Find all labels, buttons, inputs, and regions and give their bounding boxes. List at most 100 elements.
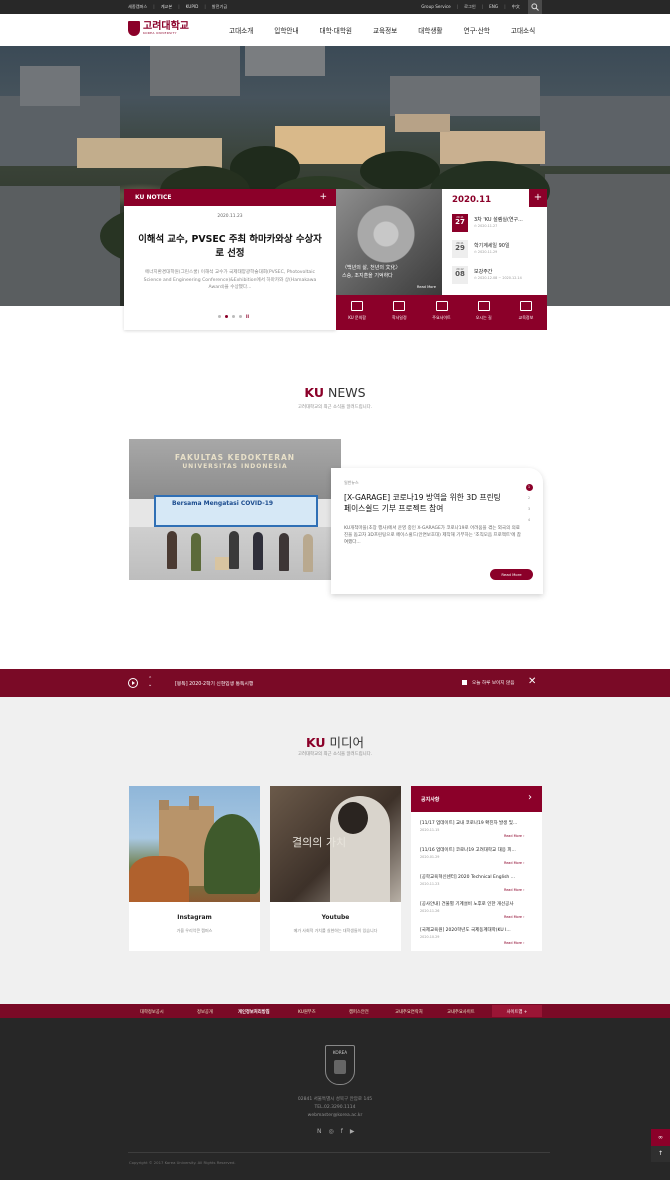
announcement-item[interactable]: [국제교육원] 2020학년도 국제동계대학(KU I... 2020.10.2… [420, 927, 536, 945]
instagram-card[interactable]: Instagram 가을 우리악콘 캠퍼스 [129, 786, 260, 951]
quick-link-directions[interactable]: 오시는 길 [463, 295, 505, 330]
utility-link-kupid[interactable]: KUPID [186, 4, 199, 10]
hide-today-label[interactable]: 오늘 하루 보이지 않음 [472, 680, 514, 686]
calendar-event[interactable]: 20.11 29 학기계세일 90일 ⊙ 2020.11.29 [452, 240, 544, 258]
crest-icon [128, 21, 140, 36]
announcement-item[interactable]: [11/16 업데이트] 코로나19 고려대학교 대응 피... 2020.01… [420, 847, 536, 865]
news-read-more-button[interactable]: Read More [490, 569, 533, 580]
quick-link-schedule[interactable]: 학사일정 [378, 295, 420, 330]
footer-email: webmaster@korea.ac.kr [307, 1113, 363, 1118]
footer-link[interactable]: KU원무즈 [298, 1009, 316, 1015]
academic-calendar: 2020.11 + 20.11 27 3차 'KU 설렘실(연구... ⊙ 202… [442, 189, 547, 295]
social-links: N ◎ f ▶ [317, 1128, 355, 1135]
search-button[interactable] [528, 0, 542, 14]
notice-header: KU NOTICE + [124, 189, 336, 206]
alert-bar: ⌃ ⌄ [봉독] 2020-2학기 신현입생 통독시행 오늘 하루 보이지 않음… [0, 669, 670, 697]
hide-today-checkbox[interactable] [462, 680, 467, 685]
footer-link[interactable]: 정보공개 [197, 1009, 213, 1015]
utility-link-2[interactable]: 계교본 [161, 4, 173, 10]
youtube-label: Youtube [321, 914, 350, 921]
notice-title[interactable]: 이해석 교수, PVSEC 주최 하마카와상 수상자로 선정 [134, 233, 326, 260]
calendar-more-button[interactable]: + [529, 189, 547, 207]
announcements-card: 공지사항 › [11/17 업데이트] 교내 코로나19 확진자 발생 및...… [411, 786, 542, 951]
instagram-label: Instagram [177, 914, 212, 921]
calendar-event[interactable]: 20.11 27 3차 'KU 설렘실(연구... ⊙ 2020.11.27 [452, 214, 544, 232]
utility-link-group-service[interactable]: Group Service [421, 4, 451, 10]
footer-link[interactable]: 대학정보공시 [140, 1009, 164, 1015]
announcements-header[interactable]: 공지사항 › [411, 786, 542, 812]
footer-link[interactable]: 교내주요연락처 [395, 1009, 423, 1015]
calendar-event[interactable]: 20.12 08 보강주간 ⊙ 2020.12.08 ~ 2020.12.14 [452, 266, 544, 284]
footer-link-privacy[interactable]: 개인정보처리방침 [238, 1009, 270, 1015]
notice-date: 2020.11.23 [217, 214, 243, 219]
announcement-item[interactable]: [11/17 업데이트] 교내 코로나19 확진자 발생 및... 2020.1… [420, 820, 536, 838]
media-section-title: KU 미디어 [305, 735, 365, 750]
pager-dot-active[interactable] [225, 315, 228, 318]
quick-link-sites[interactable]: 주요사이트 [420, 295, 462, 330]
link-icon[interactable]: ∞ [651, 1129, 670, 1146]
utility-link-fund[interactable]: 발전기금 [212, 4, 227, 10]
utility-link-chinese[interactable]: 中文 [512, 4, 520, 10]
footer-link[interactable]: 캠퍼스안전 [349, 1009, 369, 1015]
sitemap-button[interactable]: 사이트맵 + [492, 1005, 542, 1017]
youtube-icon[interactable]: ▶ [350, 1128, 355, 1135]
tiger-icon [334, 1060, 346, 1074]
nav-admission[interactable]: 입학안내 [274, 25, 298, 35]
utility-bar: 세종캠퍼스 | 계교본 | KUPID | 발전기금 Group Service | 로… [0, 0, 670, 14]
pager-dot[interactable] [218, 315, 221, 318]
utility-link-sejong[interactable]: 세종캠퍼스 [128, 4, 147, 10]
book-icon [519, 301, 532, 311]
news-page-2[interactable]: 2 [526, 495, 533, 502]
news-section-title: KU NEWS [304, 385, 366, 400]
utility-link-login[interactable]: 로그인 [464, 4, 476, 10]
nav-education[interactable]: 교육정보 [373, 25, 397, 35]
announcement-item[interactable]: [공학교육혁신센터] 2020 Technical English ... 20… [420, 874, 536, 892]
footer-tel: TEL.02.3290.1114 [314, 1105, 356, 1110]
notice-more-button[interactable]: + [319, 192, 327, 202]
news-page-4[interactable]: 4 [526, 517, 533, 524]
quick-links: KU 문의함 학사일정 주요사이트 오시는 길 교육정보 [336, 295, 547, 330]
monitor-icon [435, 301, 448, 311]
news-excerpt: KU개척마을(초장 행사)에서 운영 중인 X-GARAGE가 코로나19로 어… [344, 526, 521, 546]
feature-card[interactable]: 〈백년의 삶, 천년의 文化〉 스승, 조지훈을 기억하다 Read More [336, 189, 442, 295]
instagram-photo [129, 786, 260, 902]
bus-icon [477, 301, 490, 311]
notice-pager: II [218, 314, 249, 319]
news-page-3[interactable]: 3 [526, 506, 533, 513]
site-logo[interactable]: 고려대학교 KOREA UNIVERSITY [128, 21, 189, 36]
news-pager: 1 2 3 4 [525, 484, 533, 528]
nav-news[interactable]: 고대소식 [511, 25, 535, 35]
nav-campus-life[interactable]: 대학생활 [418, 25, 442, 35]
play-icon[interactable] [128, 678, 138, 688]
youtube-card[interactable]: 결의의 가치 Youtube 메가 사회적 가치를 실현하는 대학생들이 있습니… [270, 786, 401, 951]
news-title[interactable]: [X-GARAGE] 코로나19 방역을 위한 3D 프린팅 페이스쉴드 기부 … [344, 492, 510, 514]
pager-dot[interactable] [232, 315, 235, 318]
ku-notice-card: KU NOTICE + 2020.11.23 이해석 교수, PVSEC 주최 … [124, 189, 336, 330]
feature-read-more[interactable]: Read More [417, 285, 436, 289]
quick-link-inquiry[interactable]: KU 문의함 [336, 295, 378, 330]
quick-link-education[interactable]: 교육정보 [505, 295, 547, 330]
alert-arrows[interactable]: ⌃ ⌄ [148, 676, 152, 688]
news-photo[interactable]: FAKULTAS KEDOKTERAN UNIVERSITAS INDONESI… [129, 439, 341, 580]
news-card: 일반뉴스 [X-GARAGE] 코로나19 방역을 위한 3D 프린팅 페이스쉴… [331, 468, 543, 594]
news-page-1[interactable]: 1 [525, 484, 533, 491]
nav-research[interactable]: 연구·산학 [464, 25, 490, 35]
utility-link-eng[interactable]: ENG [489, 4, 498, 10]
media-section-subtitle: 고려대학교의 최근 소식을 알려드립니다. [297, 752, 373, 757]
footer-logo: KOREA [325, 1045, 355, 1085]
scroll-top-button[interactable]: ↑ [651, 1146, 670, 1162]
pager-dot[interactable] [239, 315, 242, 318]
utility-left-links: 세종캠퍼스 | 계교본 | KUPID | 발전기금 [128, 4, 228, 10]
footer-links: 대학정보공시 정보공개 개인정보처리방침 KU원무즈 캠퍼스안전 교내주요연락처… [0, 1004, 670, 1018]
pause-icon[interactable]: II [246, 314, 249, 319]
close-icon[interactable]: ✕ [528, 676, 536, 687]
calendar-month: 2020.11 [452, 195, 492, 205]
nav-colleges[interactable]: 대학·대학원 [320, 25, 352, 35]
facebook-icon[interactable]: f [341, 1128, 343, 1135]
footer-link[interactable]: 교내주요사이트 [447, 1009, 475, 1015]
nav-about[interactable]: 고대소개 [229, 25, 253, 35]
naver-icon[interactable]: N [317, 1128, 322, 1135]
instagram-icon[interactable]: ◎ [329, 1128, 334, 1135]
announcement-item[interactable]: [공사안내] 건물별 기계설비 노후로 인한 개선공사 2020.11.26 R… [420, 901, 536, 919]
alert-message[interactable]: [봉독] 2020-2학기 신현입생 통독시행 [175, 680, 253, 687]
